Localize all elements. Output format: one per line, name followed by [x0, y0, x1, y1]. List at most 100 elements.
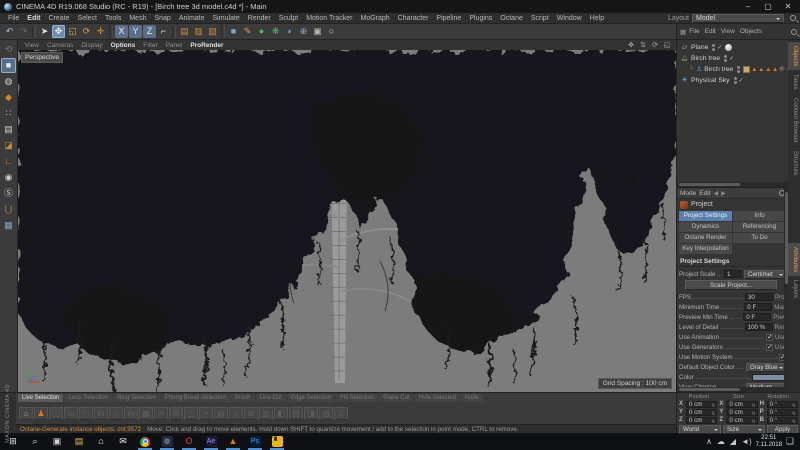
workplane-grid-icon[interactable]: ▦	[1, 218, 16, 233]
move-tool-icon[interactable]: ✥	[52, 25, 65, 38]
tool-icon[interactable]: ⊟	[94, 407, 108, 420]
lock-z-axis-icon[interactable]: Z	[143, 25, 156, 38]
tool-tab-live-selection[interactable]: Live Selection	[18, 394, 63, 402]
subdivision-surface-icon[interactable]: ●	[255, 25, 268, 38]
object-axis-mode-icon[interactable]: ∟	[1, 154, 16, 169]
object-row-birch-tree-child[interactable]: └ ♙ Birch tree ▲ ▲ ▲ ▲	[677, 64, 788, 75]
tool-icon[interactable]: ◧	[274, 407, 288, 420]
texture-tag-icon[interactable]	[725, 44, 732, 51]
tool-tab[interactable]: Plane Cut	[379, 394, 413, 402]
tool-icon[interactable]: ▨	[289, 407, 303, 420]
om-menu-file[interactable]: File	[687, 28, 701, 35]
vp-menu-cameras[interactable]: Cameras	[44, 42, 76, 49]
tool-tab[interactable]: Loop Selection	[64, 394, 112, 402]
tool-icon[interactable]: ▤	[214, 407, 228, 420]
tool-icon[interactable]: ▥	[259, 407, 273, 420]
side-tab-structure[interactable]: Structure	[788, 147, 800, 179]
title-bar[interactable]: CINEMA 4D R19.068 Studio (RC - R19) - [B…	[0, 0, 800, 13]
position-input[interactable]: 0 cm⇅	[686, 401, 717, 408]
visibility-dots[interactable]	[724, 55, 727, 62]
redo-icon[interactable]: ↷	[17, 25, 30, 38]
menu-item[interactable]: Motion Tracker	[302, 13, 356, 24]
edges-mode-icon[interactable]: ▤	[1, 122, 16, 137]
layout-dropdown[interactable]: Model	[692, 14, 784, 23]
position-input[interactable]: 0 cm⇅	[686, 417, 717, 424]
undo-icon[interactable]: ↶	[3, 25, 16, 38]
vp-menu-prorender[interactable]: ProRender	[187, 42, 226, 49]
magnet-icon[interactable]: ⋃	[1, 202, 16, 217]
attr-menu-edit[interactable]: Edit	[699, 190, 710, 197]
octane-tag-icon[interactable]	[743, 66, 750, 73]
last-tool-icon[interactable]: ✛	[94, 25, 107, 38]
viewport-toggle-icon[interactable]: ◱	[662, 41, 672, 49]
tray-chevron-up-icon[interactable]: ∧	[706, 437, 712, 446]
tool-icon[interactable]: ◨	[304, 407, 318, 420]
side-tab-takes[interactable]: Takes	[788, 70, 800, 94]
minimum-time-input[interactable]: 0 F	[744, 303, 772, 311]
menu-item[interactable]: Simulate	[209, 13, 244, 24]
menu-item[interactable]: Sculpt	[275, 13, 302, 24]
snap-toggle-icon[interactable]: Ⓢ	[1, 186, 16, 201]
separator[interactable]	[109, 26, 113, 38]
tool-icon[interactable]: ▦	[139, 407, 153, 420]
viewport-pan-icon[interactable]: ✥	[626, 41, 636, 49]
volume-icon[interactable]: ◄)	[741, 437, 752, 446]
side-tab-layers[interactable]: Layers	[788, 276, 800, 302]
enable-check-icon[interactable]: ✓	[717, 44, 722, 51]
tab-dynamics[interactable]: Dynamics	[679, 222, 732, 232]
notes-app-icon[interactable]: ▘	[266, 433, 288, 450]
project-scale-unit-dropdown[interactable]: Centimet	[744, 270, 786, 279]
size-input[interactable]: 0 cm⇅	[726, 401, 757, 408]
enable-check-icon[interactable]: ✓	[729, 55, 734, 62]
menu-item[interactable]: Tools	[101, 13, 125, 24]
tool-tab[interactable]: Line Cut	[256, 394, 286, 402]
rotation-input[interactable]: 0 °⇅	[767, 409, 798, 416]
tab-key-interpolation[interactable]: Key Interpolation	[679, 244, 732, 254]
menu-item[interactable]: Mesh	[125, 13, 150, 24]
coord-size-dropdown[interactable]: Size	[723, 425, 765, 434]
vp-menu-filter[interactable]: Filter	[140, 42, 160, 49]
workplane-mode-icon[interactable]: ◆	[1, 90, 16, 105]
add-generator-icon[interactable]: ❋	[269, 25, 282, 38]
tool-icon[interactable]: ⌸	[334, 407, 348, 420]
om-dock-icon[interactable]: ▦	[680, 28, 686, 36]
fps-input[interactable]: 30	[745, 293, 773, 301]
preview-min-time-input[interactable]: 0 F	[743, 313, 771, 321]
search-icon[interactable]: ⌕	[24, 433, 46, 450]
lock-y-axis-icon[interactable]: Y	[129, 25, 142, 38]
object-row-birch-tree[interactable]: ⧋ Birch tree ✓	[677, 53, 788, 64]
chrome-icon[interactable]	[134, 433, 156, 450]
material-tag-icon[interactable]	[779, 66, 786, 73]
size-input[interactable]: 0 cm⇅	[726, 409, 757, 416]
tool-icon[interactable]: ▭	[64, 407, 78, 420]
close-button[interactable]: ✕	[780, 0, 796, 13]
visibility-dots[interactable]	[734, 77, 737, 84]
menu-item[interactable]: Window	[553, 13, 586, 24]
viewport-rotate-icon[interactable]: ⟳	[650, 41, 660, 49]
add-environment-icon[interactable]: ⊕	[297, 25, 310, 38]
attr-vertical-scrollbar[interactable]	[784, 188, 788, 392]
rotation-input[interactable]: 0 °⇅	[767, 417, 798, 424]
tool-tab[interactable]: Ring Selection	[113, 394, 160, 402]
tool-icon[interactable]: ⊞	[169, 407, 183, 420]
coordinate-system-icon[interactable]: ⌐	[157, 25, 170, 38]
tool-tab[interactable]: Hide Selected	[415, 394, 460, 402]
side-tab-content-browser[interactable]: Content Browser	[788, 94, 800, 147]
tool-icon[interactable]: ◫	[49, 407, 63, 420]
vp-menu-panel[interactable]: Panel	[163, 42, 186, 49]
menu-item[interactable]: Octane	[496, 13, 527, 24]
menu-item[interactable]: Snap	[150, 13, 174, 24]
tool-icon[interactable]: ⊠	[244, 407, 258, 420]
render-picture-viewer-icon[interactable]: ▥	[192, 25, 205, 38]
tool-icon[interactable]: ◇	[109, 407, 123, 420]
texture-mode-icon[interactable]: ◍	[1, 74, 16, 89]
attr-horizontal-scrollbar[interactable]	[677, 387, 788, 392]
tab-referencing[interactable]: Referencing	[733, 222, 786, 232]
vlc-icon[interactable]: ▲	[222, 433, 244, 450]
tool-icon[interactable]: ♟	[34, 407, 48, 420]
enable-check-icon[interactable]: ✓	[739, 77, 744, 84]
tool-icon[interactable]: ↔	[229, 407, 243, 420]
tool-icon[interactable]: ⌗	[199, 407, 213, 420]
network-icon[interactable]: ◢	[730, 437, 736, 446]
viewport-canvas[interactable]: Perspective Grid Spacing : 100 cm	[18, 50, 676, 392]
